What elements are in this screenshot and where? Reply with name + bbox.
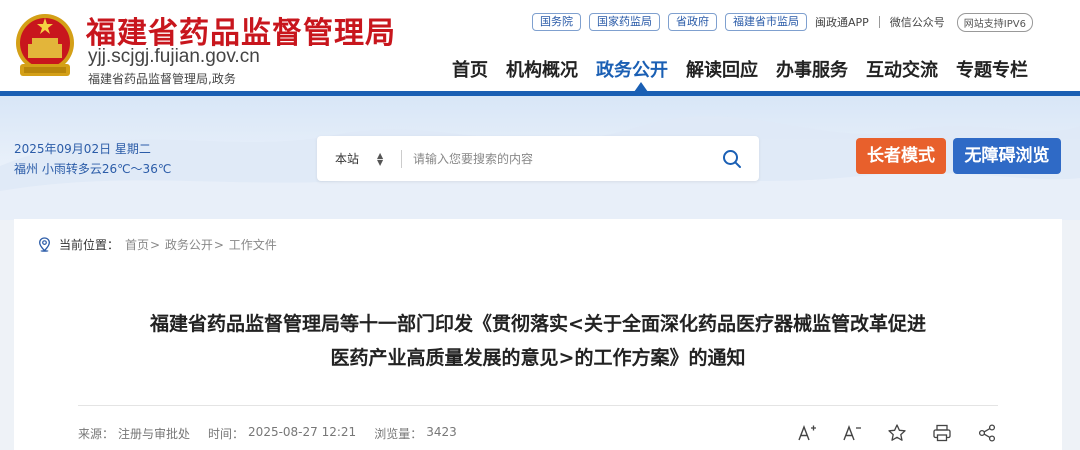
nav-government-affairs[interactable]: 政务公开 <box>596 56 668 82</box>
nav-home[interactable]: 首页 <box>452 56 488 82</box>
time-label: 时间： <box>208 427 245 441</box>
font-decrease-icon[interactable] <box>841 423 863 443</box>
site-header: 福建省药品监督管理局 yjj.scjgj.fujian.gov.cn 福建省药品… <box>0 0 1080 96</box>
search-bar: 本站 ▲ ▼ <box>317 136 759 181</box>
breadcrumb-work-documents[interactable]: 工作文件 <box>229 236 277 253</box>
nav-interaction[interactable]: 互动交流 <box>866 56 938 82</box>
divider <box>401 150 402 168</box>
search-scope-value: 本站 <box>335 152 360 166</box>
breadcrumb: 当前位置： 首页 > 政务公开 > 工作文件 <box>38 236 277 253</box>
breadcrumb-government-affairs[interactable]: 政务公开 <box>165 236 213 253</box>
site-subtitle: 福建省药品监督管理局,政务 <box>88 72 236 86</box>
current-date: 2025年09月02日 星期二 <box>14 142 151 156</box>
article-title-line: 医药产业高质量发展的意见>的工作方案》的通知 <box>330 347 746 369</box>
location-icon <box>39 237 50 252</box>
share-icon[interactable] <box>976 423 998 443</box>
breadcrumb-separator: > <box>150 237 164 252</box>
app-link[interactable]: 闽政通APP <box>815 14 869 30</box>
print-icon[interactable] <box>931 423 953 443</box>
search-icon[interactable] <box>722 149 742 169</box>
ipv6-badge: 网站支持IPV6 <box>956 12 1033 32</box>
font-increase-icon[interactable] <box>796 423 818 443</box>
views-value: 3423 <box>426 425 457 439</box>
divider <box>78 405 998 406</box>
top-link-provincial-gov[interactable]: 省政府 <box>668 13 717 31</box>
nav-services[interactable]: 办事服务 <box>776 56 848 82</box>
wechat-link-label: 微信公众号 <box>889 16 945 29</box>
banner: 2025年09月02日 星期二 福州 小雨转多云26℃～36℃ 本站 ▲▼ 长者… <box>0 96 1080 220</box>
breadcrumb-home[interactable]: 首页 <box>125 236 149 253</box>
nav-organization[interactable]: 机构概况 <box>506 56 578 82</box>
search-scope-select[interactable]: 本站 ▲ ▼ <box>335 150 383 167</box>
article-title-line: 福建省药品监督管理局等十一部门印发《贯彻落实<关于全面深化药品医疗器械监管改革促… <box>150 313 926 335</box>
emblem-icon[interactable] <box>14 10 76 82</box>
time-value: 2025-08-27 12:21 <box>248 425 357 439</box>
updown-icon: ▲ ▼ <box>377 150 384 167</box>
article-tools <box>796 423 1021 443</box>
article-meta: 来源： 注册与审批处 时间： 2025-08-27 12:21 浏览量： 342… <box>78 425 461 442</box>
app-link-label: 闽政通APP <box>815 16 869 29</box>
nav-interpretation[interactable]: 解读回应 <box>686 56 758 82</box>
content-card: 当前位置： 首页 > 政务公开 > 工作文件 福建省药品监督管理局等十一部门印发… <box>14 219 1062 450</box>
source-label: 来源： <box>78 427 115 441</box>
weather-info: 福州 小雨转多云26℃～36℃ <box>14 162 172 176</box>
top-links: 国务院 国家药监局 省政府 福建省市监局 闽政通APP 微信公众号 网站支持IP… <box>532 12 1033 32</box>
elder-mode-button[interactable]: 长者模式 <box>856 138 946 174</box>
top-link-state-council[interactable]: 国务院 <box>532 13 581 31</box>
search-input[interactable] <box>413 148 713 170</box>
breadcrumb-label: 当前位置： <box>59 238 120 252</box>
breadcrumb-separator: > <box>213 237 228 252</box>
site-domain: yjj.scjgj.fujian.gov.cn <box>88 46 260 67</box>
views-label: 浏览量： <box>374 427 423 441</box>
nav-topics[interactable]: 专题专栏 <box>956 56 1028 82</box>
divider <box>878 16 880 28</box>
main-nav: 首页 机构概况 政务公开 解读回应 办事服务 互动交流 专题专栏 <box>452 56 1046 82</box>
accessible-browse-button[interactable]: 无障碍浏览 <box>953 138 1061 174</box>
star-icon[interactable] <box>886 423 908 443</box>
source-value: 注册与审批处 <box>118 427 191 441</box>
top-link-nmpa[interactable]: 国家药监局 <box>589 13 660 31</box>
article-title: 福建省药品监督管理局等十一部门印发《贯彻落实<关于全面深化药品医疗器械监管改革促… <box>58 307 1018 375</box>
wechat-link[interactable]: 微信公众号 <box>890 14 945 30</box>
top-link-market-bureau[interactable]: 福建省市监局 <box>725 13 807 31</box>
